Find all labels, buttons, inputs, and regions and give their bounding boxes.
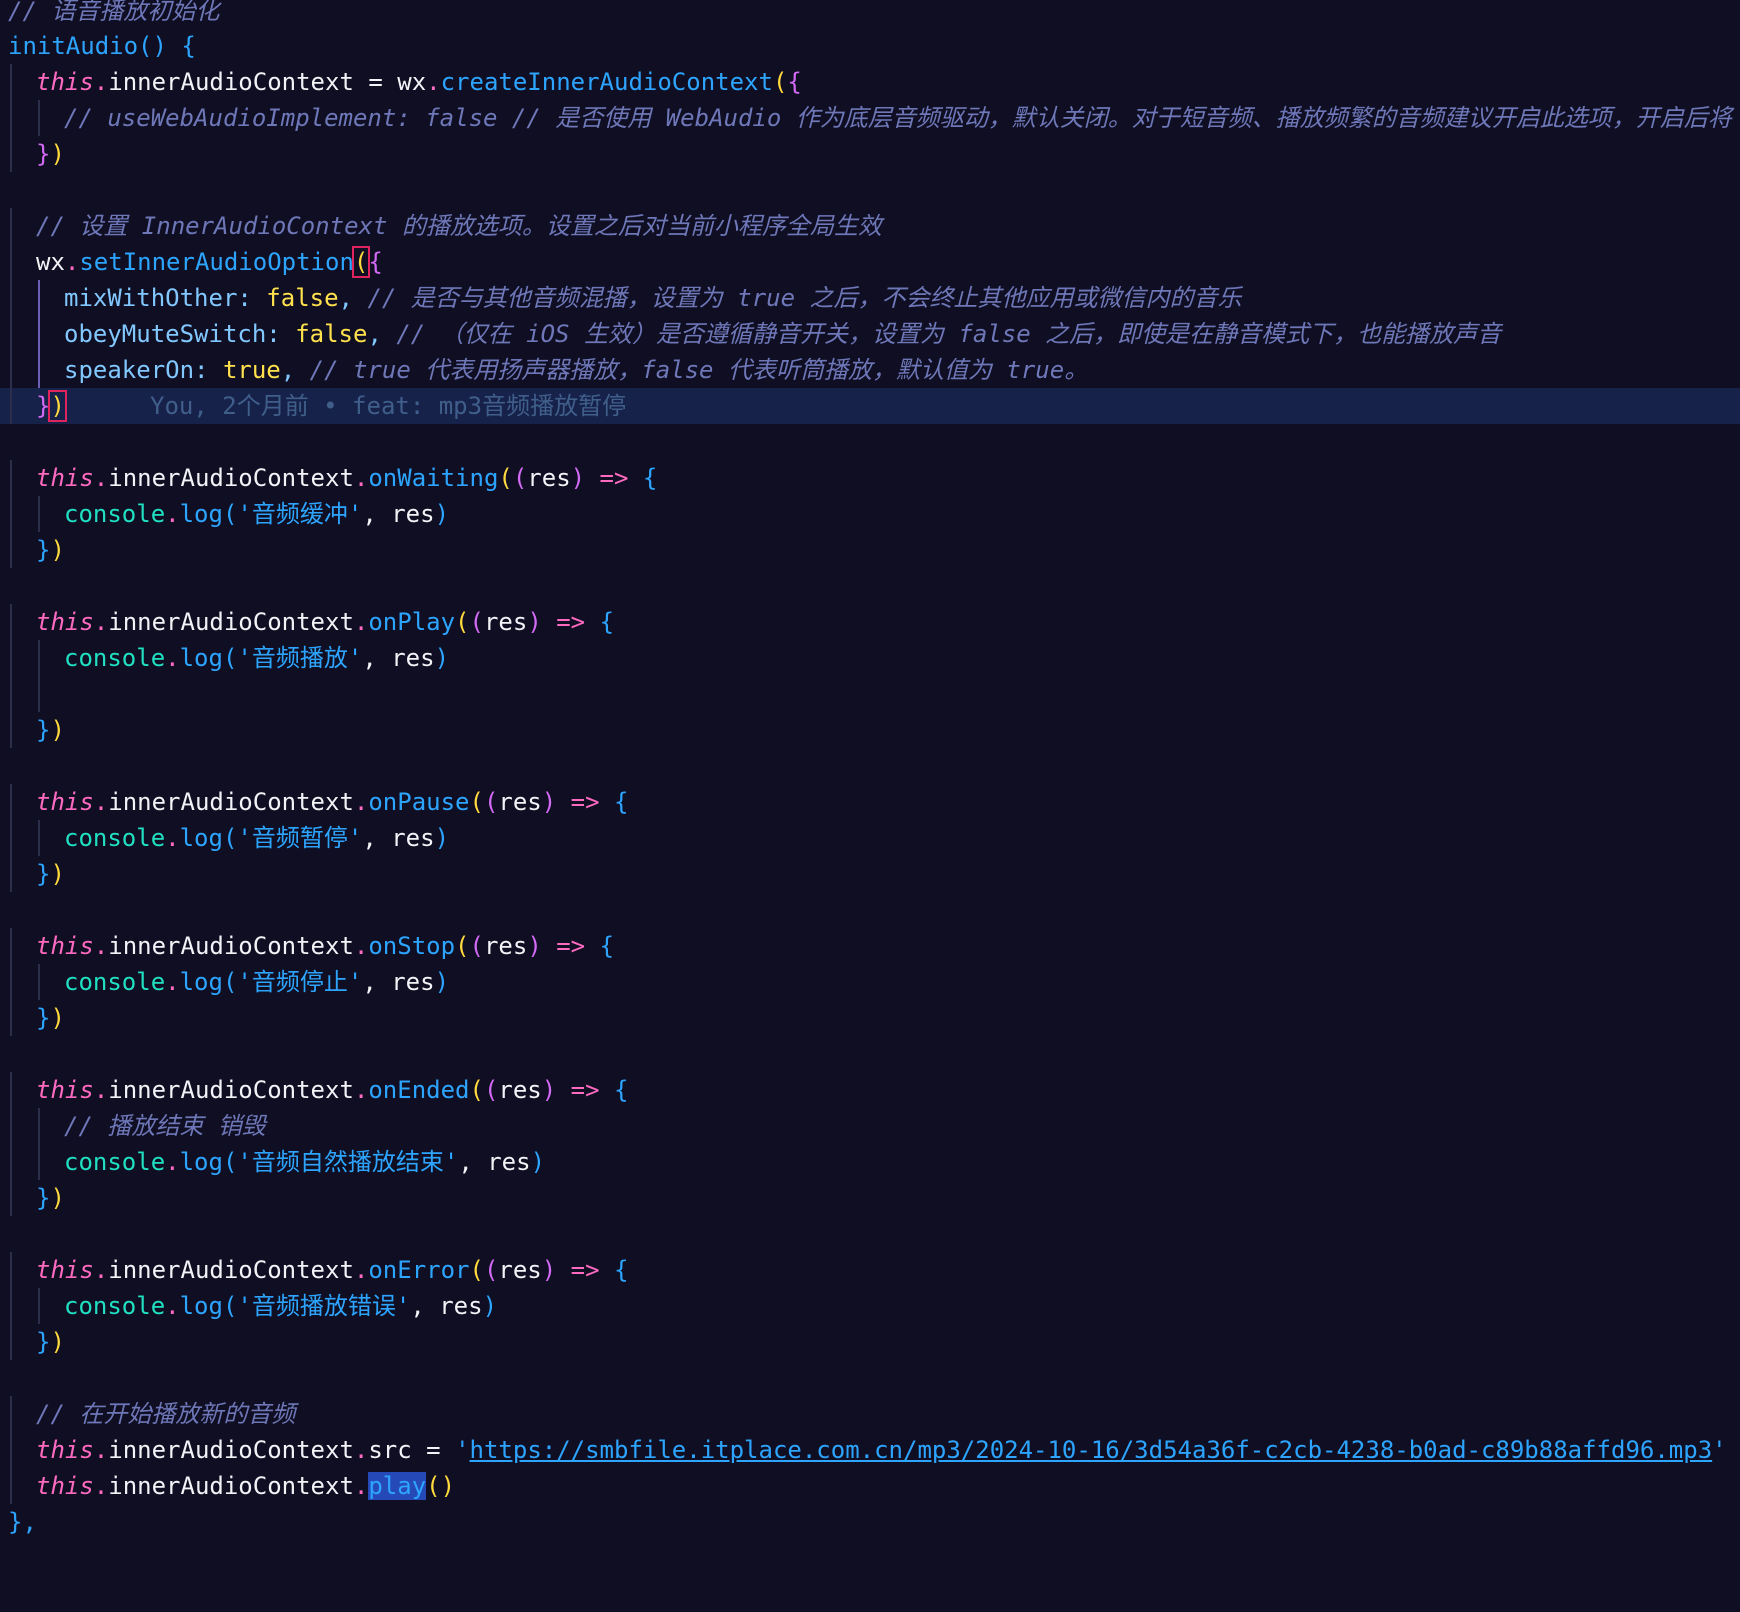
code-line[interactable]: this.innerAudioContext.onWaiting((res) =…	[0, 460, 1740, 496]
code-line[interactable]: mixWithOther: false, // 是否与其他音频混播，设置为 tr…	[0, 280, 1740, 316]
method-call: createInnerAudioContext	[440, 68, 773, 96]
code-line[interactable]: })	[0, 856, 1740, 892]
git-blame-annotation: You, 2个月前 • feat: mp3音频播放暂停	[150, 392, 627, 420]
code-comment: // true 代表用扬声器播放，false 代表听筒播放，默认值为 true。	[309, 356, 1089, 384]
code-line[interactable]: // 播放结束 销毁	[0, 1108, 1740, 1144]
code-line[interactable]: // useWebAudioImplement: false // 是否使用 W…	[0, 100, 1740, 136]
code-line[interactable]: })	[0, 1180, 1740, 1216]
method-call: setInnerAudioOption	[79, 248, 354, 276]
selected-word-play[interactable]: play	[368, 1472, 427, 1500]
code-line[interactable]: console.log('音频自然播放结束', res)	[0, 1144, 1740, 1180]
code-line[interactable]: console.log('音频缓冲', res)	[0, 496, 1740, 532]
function-name: initAudio	[8, 32, 139, 60]
current-line[interactable]: }) You, 2个月前 • feat: mp3音频播放暂停	[0, 388, 1740, 424]
code-line[interactable]: })	[0, 136, 1740, 172]
code-line[interactable]: this.innerAudioContext.onError((res) => …	[0, 1252, 1740, 1288]
code-line[interactable]: })	[0, 1324, 1740, 1360]
matching-bracket: )	[48, 390, 67, 422]
code-line[interactable]: })	[0, 1000, 1740, 1036]
code-line[interactable]: wx.setInnerAudioOption({	[0, 244, 1740, 280]
code-line[interactable]: this.innerAudioContext.onStop((res) => {	[0, 928, 1740, 964]
code-line[interactable]: speakerOn: true, // true 代表用扬声器播放，false …	[0, 352, 1740, 388]
code-editor[interactable]: // 语音播放初始化 initAudio() { this.innerAudio…	[0, 0, 1740, 1548]
code-line[interactable]: console.log('音频停止', res)	[0, 964, 1740, 1000]
code-comment: // useWebAudioImplement: false // 是否使用 W…	[64, 104, 1732, 132]
audio-url-link[interactable]: https://smbfile.itplace.com.cn/mp3/2024-…	[470, 1436, 1713, 1464]
code-comment: // 是否与其他音频混播，设置为 true 之后，不会终止其他应用或微信内的音乐	[367, 284, 1242, 312]
code-line[interactable]: this.innerAudioContext.onPause((res) => …	[0, 784, 1740, 820]
code-line[interactable]: this.innerAudioContext.play()	[0, 1468, 1740, 1504]
code-line[interactable]: // 在开始播放新的音频	[0, 1396, 1740, 1432]
code-comment: // 在开始播放新的音频	[36, 1400, 296, 1428]
code-comment: // （仅在 iOS 生效）是否遵循静音开关，设置为 false 之后，即使是在…	[396, 320, 1502, 348]
code-line[interactable]: console.log('音频暂停', res)	[0, 820, 1740, 856]
code-line[interactable]: })	[0, 712, 1740, 748]
code-line[interactable]: // 设置 InnerAudioContext 的播放选项。设置之后对当前小程序…	[0, 208, 1740, 244]
matching-bracket: (	[351, 246, 371, 278]
code-line[interactable]: },	[0, 1504, 1740, 1540]
code-line[interactable]: obeyMuteSwitch: false, // （仅在 iOS 生效）是否遵…	[0, 316, 1740, 352]
code-line[interactable]: this.innerAudioContext.src = 'https://sm…	[0, 1432, 1740, 1468]
code-comment: // 播放结束 销毁	[64, 1112, 266, 1140]
code-line[interactable]: this.innerAudioContext = wx.createInnerA…	[0, 64, 1740, 100]
code-line[interactable]	[0, 676, 1740, 712]
code-comment: // 设置 InnerAudioContext 的播放选项。设置之后对当前小程序…	[36, 212, 882, 240]
code-line[interactable]: this.innerAudioContext.onPlay((res) => {	[0, 604, 1740, 640]
code-line[interactable]: console.log('音频播放错误', res)	[0, 1288, 1740, 1324]
code-comment: // 语音播放初始化	[8, 0, 220, 25]
code-line[interactable]: // 语音播放初始化	[0, 0, 1740, 29]
code-line[interactable]: console.log('音频播放', res)	[0, 640, 1740, 676]
code-line[interactable]: initAudio() {	[0, 28, 1740, 64]
code-line[interactable]: })	[0, 532, 1740, 568]
code-line[interactable]: this.innerAudioContext.onEnded((res) => …	[0, 1072, 1740, 1108]
